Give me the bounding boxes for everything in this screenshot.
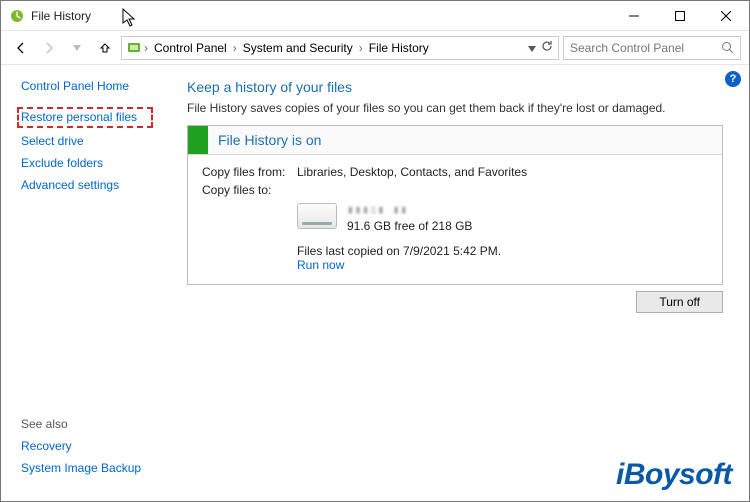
address-bar[interactable]: › Control Panel › System and Security › … — [121, 36, 559, 60]
copy-from-value: Libraries, Desktop, Contacts, and Favori… — [297, 165, 708, 179]
sidebar-restore-personal-files[interactable]: Restore personal files — [21, 110, 147, 124]
window-title: File History — [31, 9, 91, 23]
turn-off-button[interactable]: Turn off — [636, 291, 723, 313]
status-title: File History is on — [208, 127, 331, 153]
body: Control Panel Home Restore personal file… — [1, 65, 749, 501]
titlebar: File History — [1, 1, 749, 31]
run-now-link[interactable]: Run now — [297, 258, 344, 272]
search-input[interactable]: Search Control Panel — [563, 36, 741, 60]
search-placeholder: Search Control Panel — [570, 41, 721, 55]
chevron-right-icon[interactable]: › — [359, 41, 363, 55]
last-copied-text: Files last copied on 7/9/2021 5:42 PM. — [297, 244, 708, 258]
chevron-right-icon[interactable]: › — [233, 41, 237, 55]
breadcrumb-system-security[interactable]: System and Security — [239, 41, 357, 55]
sidebar-exclude-folders[interactable]: Exclude folders — [21, 156, 181, 170]
back-button[interactable] — [9, 36, 33, 60]
drive-name-obscured: ▮▮▮▯▮ ▮▮ — [347, 203, 472, 218]
breadcrumb-control-panel[interactable]: Control Panel — [150, 41, 231, 55]
drive-free-space: 91.6 GB free of 218 GB — [347, 218, 472, 234]
up-button[interactable] — [93, 36, 117, 60]
chevron-down-icon[interactable] — [528, 41, 536, 55]
page-heading: Keep a history of your files — [187, 79, 723, 95]
sidebar: Control Panel Home Restore personal file… — [1, 65, 181, 501]
breadcrumb-file-history[interactable]: File History — [365, 41, 433, 55]
status-panel: File History is on Copy files from: Libr… — [187, 125, 723, 285]
copy-to-label: Copy files to: — [202, 183, 297, 197]
sidebar-advanced-settings[interactable]: Advanced settings — [21, 178, 181, 192]
sidebar-select-drive[interactable]: Select drive — [21, 134, 181, 148]
sidebar-recovery[interactable]: Recovery — [21, 439, 181, 453]
forward-button[interactable] — [37, 36, 61, 60]
window: File History › Control Panel › System an… — [0, 0, 750, 502]
refresh-button[interactable] — [540, 39, 554, 56]
file-history-icon — [9, 8, 25, 24]
recent-locations-button[interactable] — [65, 36, 89, 60]
navbar: › Control Panel › System and Security › … — [1, 31, 749, 65]
close-button[interactable] — [703, 1, 749, 31]
maximize-button[interactable] — [657, 1, 703, 31]
sidebar-see-also: See also — [21, 417, 181, 431]
control-panel-icon — [126, 40, 142, 56]
sidebar-control-panel-home[interactable]: Control Panel Home — [21, 79, 181, 93]
drive-info: ▮▮▮▯▮ ▮▮ 91.6 GB free of 218 GB — [297, 203, 708, 234]
drive-icon — [297, 203, 337, 229]
main-content: ? Keep a history of your files File Hist… — [181, 65, 749, 501]
sidebar-system-image-backup[interactable]: System Image Backup — [21, 461, 181, 475]
copy-from-label: Copy files from: — [202, 165, 297, 179]
status-indicator — [188, 126, 208, 154]
search-icon — [721, 41, 734, 54]
status-panel-header: File History is on — [188, 126, 722, 155]
chevron-right-icon[interactable]: › — [144, 41, 148, 55]
highlight-restore: Restore personal files — [17, 107, 153, 128]
minimize-button[interactable] — [611, 1, 657, 31]
help-icon[interactable]: ? — [725, 71, 741, 87]
page-description: File History saves copies of your files … — [187, 101, 723, 115]
